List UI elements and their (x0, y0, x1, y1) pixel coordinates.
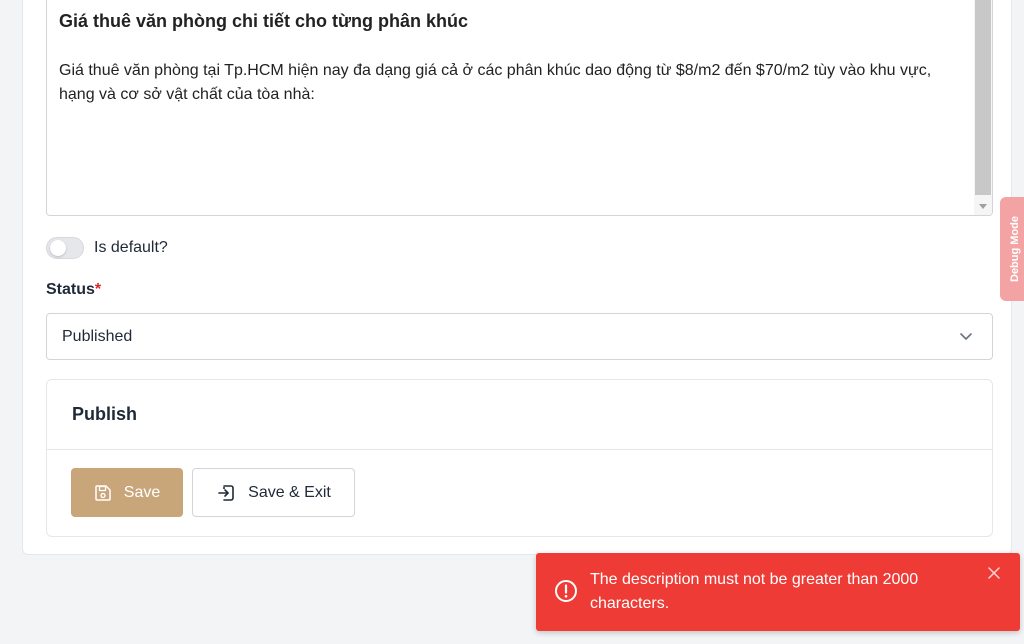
exit-icon (218, 484, 234, 501)
toggle-knob (50, 240, 66, 256)
debug-mode-label: Debug Mode (1009, 216, 1021, 282)
is-default-row: Is default? (46, 236, 168, 260)
error-circle-icon (555, 580, 577, 602)
publish-title: Publish (72, 404, 138, 424)
status-label-text: Status (46, 281, 95, 298)
editor-paragraph: Giá thuê văn phòng tại Tp.HCM hiện nay đ… (59, 62, 932, 103)
status-select-value: Published (62, 328, 133, 345)
is-default-toggle[interactable] (46, 237, 84, 259)
publish-panel: Publish Save Save & Exit (46, 379, 993, 537)
description-editor[interactable]: Giá thuê văn phòng chi tiết cho từng phâ… (46, 0, 993, 216)
chevron-down-icon (960, 333, 972, 340)
is-default-label: Is default? (94, 239, 168, 256)
status-select[interactable]: Published (46, 313, 993, 360)
save-button[interactable]: Save (71, 468, 183, 517)
floppy-disk-icon (95, 484, 111, 501)
publish-panel-header: Publish (47, 380, 992, 450)
save-button-label: Save (123, 483, 161, 501)
close-icon[interactable] (988, 567, 1000, 579)
debug-mode-tab[interactable]: Debug Mode (1000, 197, 1024, 301)
editor-scrollbar[interactable] (974, 0, 992, 215)
save-exit-button-label: Save & Exit (248, 483, 331, 501)
scroll-down-arrow-icon[interactable] (979, 204, 987, 209)
save-exit-button[interactable]: Save & Exit (192, 468, 355, 517)
error-toast: The description must not be greater than… (536, 553, 1020, 631)
editor-scrollbar-thumb[interactable] (975, 0, 991, 195)
editor-heading: Giá thuê văn phòng chi tiết cho từng phâ… (59, 11, 469, 31)
toast-message: The description must not be greater than… (590, 571, 919, 612)
status-label: Status* (46, 281, 101, 299)
required-mark: * (94, 281, 102, 298)
